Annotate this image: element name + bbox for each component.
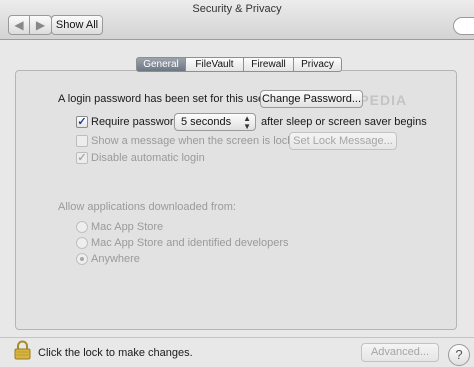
tab-privacy[interactable]: Privacy: [294, 57, 342, 72]
help-button[interactable]: ?: [448, 344, 470, 366]
radio-anywhere[interactable]: [76, 253, 88, 265]
lock-icon[interactable]: [14, 340, 31, 360]
footer-divider: [0, 337, 474, 338]
tab-general[interactable]: General: [136, 57, 186, 72]
set-lock-message-button[interactable]: Set Lock Message...: [289, 132, 397, 150]
tab-firewall[interactable]: Firewall: [244, 57, 294, 72]
require-password-checkbox[interactable]: ✓: [76, 116, 88, 128]
help-icon: ?: [455, 347, 463, 362]
show-message-checkbox[interactable]: [76, 135, 88, 147]
back-arrow-icon: ◀: [14, 18, 24, 32]
checkmark-icon: ✓: [77, 116, 87, 128]
radio-anywhere-label: Anywhere: [91, 253, 140, 265]
window-title: Security & Privacy: [192, 3, 282, 15]
checkmark-icon: ✓: [77, 152, 87, 164]
radio-mac-app-store[interactable]: [76, 221, 88, 233]
show-all-button[interactable]: Show All: [51, 15, 103, 35]
radio-mac-app-store-label: Mac App Store: [91, 221, 164, 233]
forward-button[interactable]: ▶: [30, 15, 52, 35]
password-delay-select[interactable]: 5 seconds ▲ ▼: [174, 113, 256, 131]
lock-hint-text: Click the lock to make changes.: [38, 347, 193, 359]
radio-identified-developers[interactable]: [76, 237, 88, 249]
login-password-text: A login password has been set for this u…: [58, 93, 268, 105]
change-password-button[interactable]: Change Password...: [260, 90, 363, 108]
show-message-label: Show a message when the screen is locked: [91, 135, 306, 147]
radio-identified-developers-label: Mac App Store and identified developers: [91, 237, 289, 249]
search-field[interactable]: [453, 17, 474, 35]
allow-apps-heading: Allow applications downloaded from:: [58, 201, 236, 213]
advanced-button[interactable]: Advanced...: [361, 343, 439, 362]
tab-filevault[interactable]: FileVault: [186, 57, 244, 72]
disable-auto-login-checkbox[interactable]: ✓: [76, 152, 88, 164]
forward-arrow-icon: ▶: [35, 18, 46, 32]
updown-arrows-icon: ▲ ▼: [243, 114, 251, 131]
disable-auto-login-label: Disable automatic login: [91, 152, 205, 164]
require-password-label: Require password: [91, 116, 180, 128]
require-password-suffix: after sleep or screen saver begins: [261, 116, 427, 128]
window-titlebar: Security & Privacy ◀ ▶ Show All: [0, 0, 474, 40]
tab-bar: General FileVault Firewall Privacy: [136, 57, 342, 72]
back-button[interactable]: ◀: [8, 15, 30, 35]
password-delay-value: 5 seconds: [181, 116, 232, 128]
general-pane: [15, 70, 457, 330]
